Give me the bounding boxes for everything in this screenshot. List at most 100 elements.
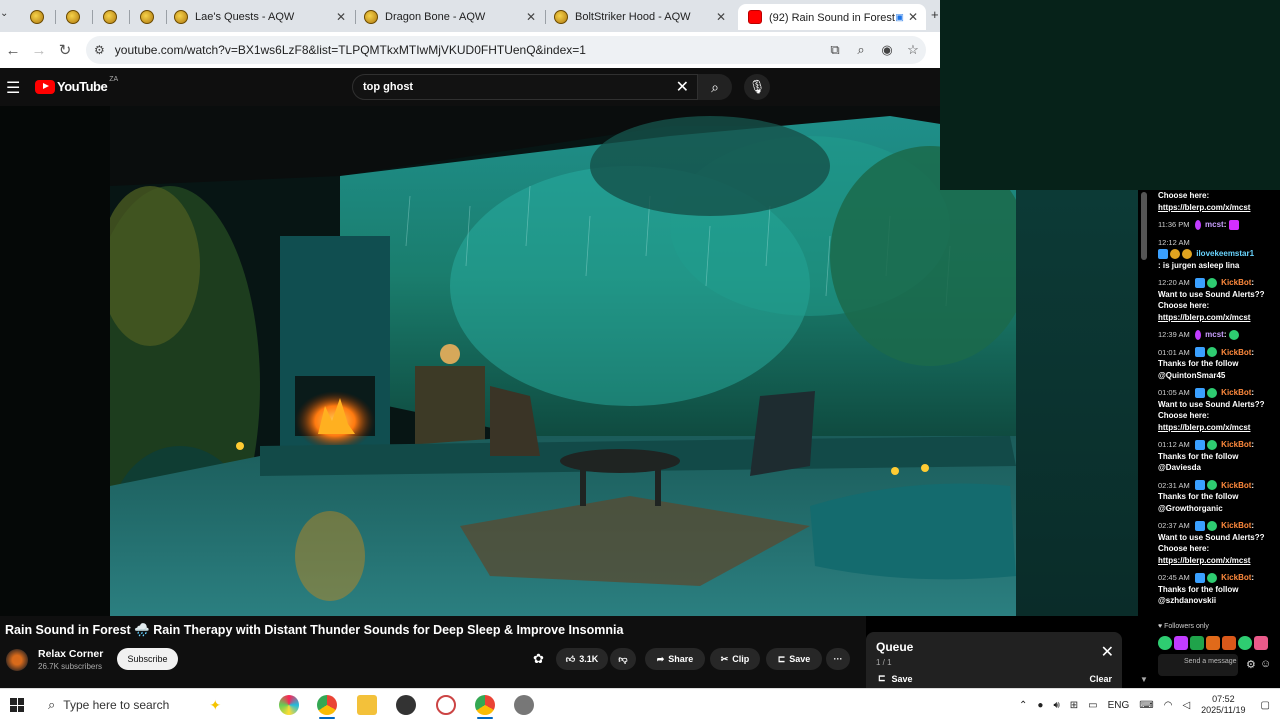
bookmark-icon: ⊏ — [878, 673, 886, 683]
install-app-icon[interactable]: ⧉ — [822, 42, 848, 58]
chat-username[interactable]: ilovekeemstar1 — [1196, 249, 1254, 258]
queue-save-button[interactable]: ⊏ Save — [878, 673, 913, 684]
notification-icon[interactable]: ▢ — [1261, 700, 1270, 711]
emote-icon[interactable] — [1174, 636, 1188, 650]
app-icon[interactable] — [396, 695, 416, 715]
save-button[interactable]: ⊏ Save — [766, 648, 822, 670]
browser-tab[interactable] — [58, 4, 90, 30]
tab-close-icon[interactable]: ✕ — [716, 10, 726, 24]
chat-message-input[interactable]: Send a message — [1158, 654, 1238, 676]
chat-message: 12:20 AM KickBot: Want to use Sound Aler… — [1158, 277, 1265, 322]
extension-gear-icon[interactable]: ✿ — [533, 651, 544, 667]
emote-icon[interactable] — [1222, 636, 1236, 650]
emote-icon[interactable] — [1206, 636, 1220, 650]
channel-avatar[interactable] — [6, 649, 28, 671]
queue-clear-button[interactable]: Clear — [1089, 674, 1112, 684]
queue-title: Queue — [876, 640, 914, 654]
chat-scrollbar[interactable] — [1141, 192, 1147, 260]
emote-icon[interactable] — [1190, 636, 1204, 650]
taskbar-clock[interactable]: 07:52 2025/11/19 — [1201, 694, 1245, 716]
video-frame[interactable] — [110, 106, 1016, 616]
emote-icon[interactable] — [1254, 636, 1268, 650]
browser-tab[interactable]: Lae's Quests - AQW ✕ — [166, 4, 354, 30]
clear-search-icon[interactable]: ✕ — [676, 77, 689, 97]
search-input[interactable]: top ghost ✕ — [352, 74, 698, 100]
chat-username[interactable]: KickBot — [1221, 278, 1251, 287]
emote-icon[interactable] — [1158, 636, 1172, 650]
chat-link[interactable]: https://blerp.com/x/mcst — [1158, 203, 1250, 212]
chrome-app-icon[interactable] — [317, 695, 337, 715]
back-arrow-icon[interactable]: ← — [0, 42, 26, 59]
display-icon[interactable]: ▭ — [1088, 700, 1097, 711]
keyboard-icon[interactable]: ⌨ — [1139, 700, 1153, 711]
scroll-down-arrow-icon[interactable]: ▼ — [1140, 675, 1148, 684]
browser-tab[interactable] — [95, 4, 127, 30]
youtube-logo[interactable]: YouTube ZA — [35, 76, 118, 94]
dislike-button[interactable]: 👎︎ — [610, 648, 636, 670]
address-bar[interactable]: ⚙ youtube.com/watch?v=BX1ws6LzF8&list=TL… — [86, 36, 926, 64]
channel-name[interactable]: Relax Corner — [38, 648, 103, 660]
speaker-icon[interactable]: 🔊︎ — [1053, 700, 1059, 711]
tab-list-chevron-icon[interactable]: ⌄ — [0, 8, 8, 19]
chat-link[interactable]: https://blerp.com/x/mcst — [1158, 313, 1250, 322]
chat-link[interactable]: https://blerp.com/x/mcst — [1158, 556, 1250, 565]
aqw-favicon-icon — [103, 10, 117, 24]
browser-tab[interactable]: Dragon Bone - AQW ✕ — [356, 4, 544, 30]
reload-icon[interactable]: ↻ — [52, 41, 78, 59]
menu-hamburger-icon[interactable]: ☰ — [6, 78, 20, 98]
queue-close-icon[interactable]: ✕ — [1101, 642, 1114, 662]
file-explorer-icon[interactable] — [357, 695, 377, 715]
windows-start-icon[interactable] — [10, 698, 24, 712]
browser-tab[interactable] — [132, 4, 164, 30]
copilot-app-icon[interactable] — [279, 695, 299, 715]
browser-tab-active[interactable]: (92) Rain Sound in Forest 🌧 ▣ ✕ — [738, 4, 926, 30]
chat-username[interactable]: KickBot — [1221, 348, 1251, 357]
url-text[interactable]: youtube.com/watch?v=BX1ws6LzF8&list=TLPQ… — [115, 43, 822, 57]
search-query[interactable]: top ghost — [363, 81, 676, 93]
forward-arrow-icon[interactable]: → — [26, 42, 52, 59]
chat-username[interactable]: KickBot — [1221, 388, 1251, 397]
chat-settings-icon[interactable]: ⚙ — [1246, 658, 1256, 671]
voice-search-button[interactable]: 🎙 — [744, 74, 770, 100]
zoom-icon[interactable]: ⌕ — [848, 42, 874, 58]
tab-close-icon[interactable]: ✕ — [908, 10, 918, 24]
youtube-play-icon — [35, 79, 55, 94]
tracking-eye-off-icon[interactable]: ◉ — [874, 42, 900, 58]
more-actions-button[interactable]: ··· — [826, 648, 850, 670]
microphone-tray-icon[interactable]: ● — [1037, 700, 1043, 711]
site-info-icon[interactable]: ⚙ — [94, 43, 105, 57]
share-button[interactable]: ➦ Share — [645, 648, 705, 670]
app-icon[interactable] — [436, 695, 456, 715]
chat-username[interactable]: KickBot — [1221, 573, 1251, 582]
browser-tab[interactable] — [22, 4, 54, 30]
chat-username[interactable]: mcst — [1205, 330, 1224, 339]
network-icon[interactable]: ⊞ — [1070, 700, 1078, 711]
chrome-app-icon[interactable] — [475, 695, 495, 715]
chat-username[interactable]: KickBot — [1221, 521, 1251, 530]
chat-username[interactable]: mcst — [1205, 220, 1224, 229]
video-title: Rain Sound in Forest 🌧️ Rain Therapy wit… — [5, 623, 624, 637]
new-tab-button[interactable]: + — [931, 7, 939, 22]
tab-close-icon[interactable]: ✕ — [336, 10, 346, 24]
tab-close-icon[interactable]: ✕ — [526, 10, 536, 24]
subscribe-button[interactable]: Subscribe — [117, 648, 178, 670]
clip-button[interactable]: ✂ Clip — [710, 648, 760, 670]
search-button[interactable]: ⌕ — [698, 74, 732, 100]
chat-link[interactable]: https://blerp.com/x/mcst — [1158, 423, 1250, 432]
app-icon[interactable] — [514, 695, 534, 715]
wifi-icon[interactable]: ◠ — [1164, 700, 1173, 711]
overlay-window — [940, 0, 1280, 190]
clock-time: 07:52 — [1212, 694, 1235, 704]
chat-emoji-icon[interactable]: ☺ — [1260, 658, 1271, 670]
emote-icon[interactable] — [1238, 636, 1252, 650]
bot-badge-icon — [1194, 347, 1205, 358]
chat-username[interactable]: KickBot — [1221, 481, 1251, 490]
browser-tab[interactable]: BoltStriker Hood - AQW ✕ — [546, 4, 734, 30]
chat-username[interactable]: KickBot — [1221, 440, 1251, 449]
language-indicator[interactable]: ENG — [1108, 700, 1130, 711]
taskbar-search-box[interactable]: ⌕ Type here to search ✦ — [36, 691, 262, 719]
tray-chevron-up-icon[interactable]: ⌃ — [1019, 700, 1027, 711]
bookmark-star-icon[interactable]: ☆ — [900, 42, 926, 58]
volume-icon[interactable]: ◁ — [1182, 700, 1190, 711]
like-button[interactable]: 👍︎ 3.1K — [556, 648, 608, 670]
